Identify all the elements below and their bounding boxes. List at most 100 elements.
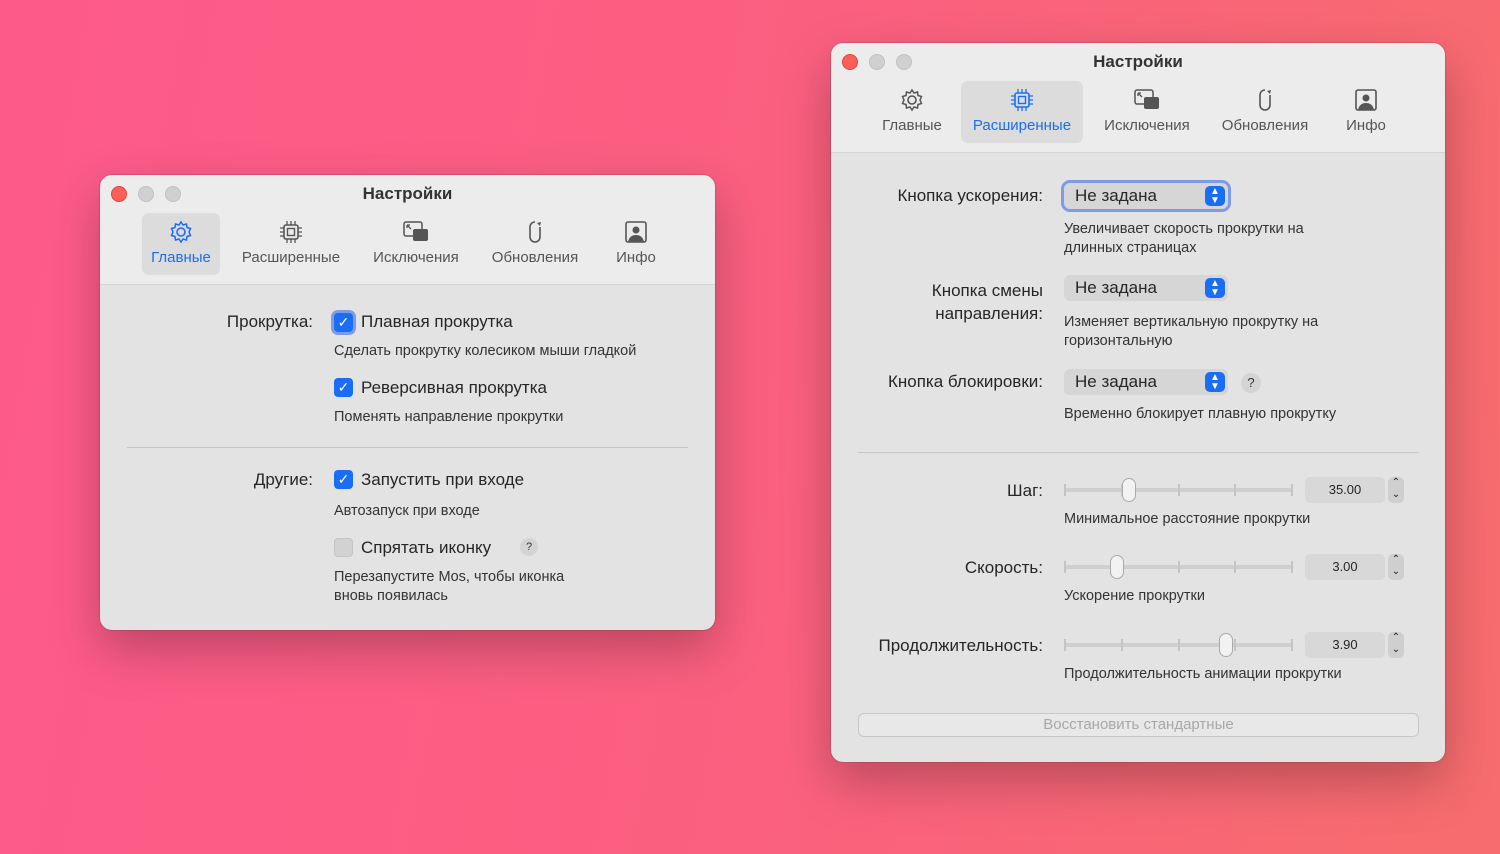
tab-advanced[interactable]: Расширенные — [232, 213, 350, 275]
popup-value: Не задана — [1075, 186, 1157, 205]
tab-label: Исключения — [1104, 117, 1190, 134]
speed-label: Скорость: — [964, 558, 1043, 577]
tab-info[interactable]: Инфо — [1336, 81, 1396, 143]
info-icon — [1355, 89, 1377, 111]
tab-exceptions[interactable]: Исключения — [362, 213, 470, 275]
tab-label: Инфо — [616, 249, 656, 266]
reverse-scroll-label: Реверсивная прокрутка — [361, 378, 547, 397]
desc-line: Изменяет вертикальную прокрутку на — [1064, 314, 1319, 330]
chip-icon — [1010, 88, 1034, 112]
chevron-updown-icon: ▲ ▼ — [1205, 186, 1225, 206]
slider-tick — [1064, 639, 1066, 651]
divider — [858, 452, 1419, 453]
slider-thumb[interactable] — [1110, 555, 1125, 579]
desc-line: Увеличивает скорость прокрутки на — [1064, 221, 1304, 237]
direction-key-popup[interactable]: Не задана ▲ ▼ — [1064, 275, 1228, 301]
step-stepper[interactable]: ⌃ ⌄ — [1388, 477, 1404, 503]
tab-label: Расширенные — [241, 249, 341, 266]
accel-key-popup[interactable]: Не задана ▲ ▼ — [1064, 183, 1228, 209]
tab-label: Инфо — [1346, 117, 1386, 134]
slider-tick — [1177, 561, 1180, 573]
direction-desc: Изменяет вертикальную прокрутку на горизо… — [1064, 313, 1318, 351]
tab-label: Обновления — [491, 249, 579, 266]
reset-defaults-button[interactable]: Восстановить стандартные — [858, 713, 1419, 737]
hide-icon-checkbox[interactable] — [334, 538, 353, 557]
slider-tick — [1291, 639, 1293, 651]
gear-icon — [170, 221, 192, 243]
hide-icon-label: Спрятать иконку — [361, 538, 492, 557]
chip-icon — [279, 220, 303, 244]
duration-value-field[interactable]: 3.90 — [1305, 632, 1385, 658]
reverse-scroll-desc: Поменять направление прокрутки — [334, 409, 564, 425]
lock-label: Кнопка блокировки: — [887, 372, 1043, 391]
lock-desc: Временно блокирует плавную прокрутку — [1064, 406, 1337, 422]
popup-value: Не задана — [1075, 372, 1157, 391]
duration-label: Продолжительность: — [878, 636, 1043, 655]
launch-at-login-checkbox[interactable]: ✓ — [334, 470, 353, 489]
tab-label: Главные — [882, 117, 942, 134]
speed-value-field[interactable]: 3.00 — [1305, 554, 1385, 580]
desc-line: Перезапустите Mos, чтобы иконка — [334, 569, 565, 585]
duration-stepper[interactable]: ⌃ ⌄ — [1388, 632, 1404, 658]
update-icon — [529, 221, 542, 243]
slider-tick — [1291, 484, 1293, 496]
slider-tick — [1177, 639, 1180, 651]
desc-line: вновь появилась — [334, 588, 448, 604]
slider-thumb[interactable] — [1121, 478, 1136, 502]
scroll-label: Прокрутка: — [226, 312, 313, 331]
tab-updates[interactable]: Обновления — [483, 213, 587, 275]
info-icon — [625, 221, 647, 243]
smooth-scroll-label: Плавная прокрутка — [361, 312, 513, 331]
gear-icon — [901, 89, 923, 111]
slider-tick — [1291, 561, 1293, 573]
label-line: направления: — [935, 304, 1043, 323]
tab-advanced[interactable]: Расширенные — [961, 81, 1083, 143]
other-label: Другие: — [253, 470, 313, 489]
chevron-updown-icon: ▲ ▼ — [1205, 278, 1225, 298]
accel-desc: Увеличивает скорость прокрутки на длинных… — [1064, 220, 1304, 258]
exceptions-icon — [403, 221, 429, 242]
tab-general[interactable]: Главные — [873, 81, 951, 143]
tab-general[interactable]: Главные — [142, 213, 220, 275]
duration-desc: Продолжительность анимации прокрутки — [1064, 666, 1342, 682]
accel-label: Кнопка ускорения: — [897, 186, 1043, 205]
tab-label: Главные — [151, 249, 211, 266]
window-title: Настройки — [362, 184, 453, 203]
speed-stepper[interactable]: ⌃ ⌄ — [1388, 554, 1404, 580]
tab-exceptions[interactable]: Исключения — [1093, 81, 1201, 143]
desc-line: длинных страницах — [1064, 240, 1197, 256]
slider-tick — [1177, 484, 1180, 496]
smooth-scroll-checkbox[interactable]: ✓ — [334, 313, 353, 332]
slider-tick — [1234, 639, 1237, 651]
popup-value: Не задана — [1075, 278, 1157, 297]
settings-window-advanced: Настройки Главные Расширенные Исключения… — [831, 43, 1445, 762]
slider-tick — [1064, 484, 1066, 496]
launch-at-login-desc: Автозапуск при входе — [334, 503, 480, 519]
direction-label: Кнопка смены направления: — [841, 279, 1043, 325]
step-value-field[interactable]: 35.00 — [1305, 477, 1385, 503]
label-line: Кнопка смены — [931, 281, 1043, 300]
update-icon — [1259, 89, 1272, 111]
tab-label: Обновления — [1221, 117, 1309, 134]
tab-info[interactable]: Инфо — [606, 213, 666, 275]
launch-at-login-label: Запустить при входе — [361, 470, 525, 489]
tab-label: Расширенные — [972, 117, 1072, 134]
help-button[interactable]: ? — [1241, 373, 1261, 393]
divider — [127, 447, 688, 448]
slider-tick — [1064, 561, 1066, 573]
exceptions-icon — [1134, 89, 1160, 110]
help-button[interactable]: ? — [520, 538, 538, 556]
tab-updates[interactable]: Обновления — [1213, 81, 1317, 143]
speed-desc: Ускорение прокрутки — [1064, 588, 1205, 604]
step-desc: Минимальное расстояние прокрутки — [1064, 511, 1311, 527]
toolbar: Настройки Главные Расширенные Исключения… — [100, 175, 715, 285]
slider-tick — [1234, 484, 1237, 496]
toolbar: Настройки Главные Расширенные Исключения… — [831, 43, 1445, 153]
slider-thumb[interactable] — [1219, 633, 1234, 657]
step-label: Шаг: — [1007, 481, 1043, 500]
slider-tick — [1120, 639, 1123, 651]
lock-key-popup[interactable]: Не задана ▲ ▼ — [1064, 369, 1228, 395]
settings-window-general: Настройки Главные Расширенные Исключения… — [100, 175, 715, 630]
reverse-scroll-checkbox[interactable]: ✓ — [334, 378, 353, 397]
tab-label: Исключения — [373, 249, 459, 266]
